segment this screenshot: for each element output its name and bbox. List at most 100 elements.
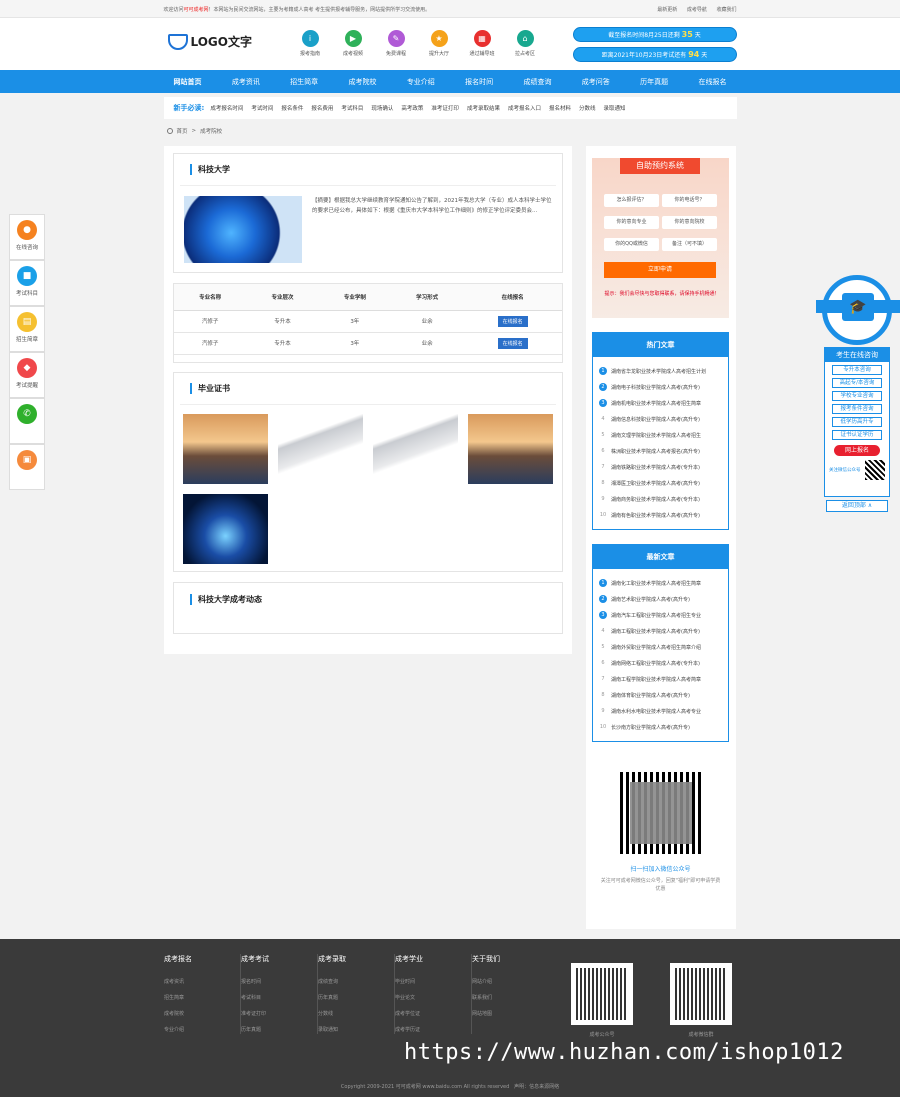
appointment-field[interactable]: 你的电话号？ xyxy=(662,194,717,207)
quick-link[interactable]: ★ 提升大厅 xyxy=(423,30,456,57)
quick-link[interactable]: ▶ 成考视频 xyxy=(337,30,370,57)
float-button[interactable]: ✆ xyxy=(9,398,45,444)
nav-item[interactable]: 网站首页 xyxy=(174,77,202,87)
consult-link[interactable]: 证书认证学历 xyxy=(832,430,882,440)
nav-item[interactable]: 成考资讯 xyxy=(232,77,260,87)
site-logo[interactable]: LOGO文字 xyxy=(167,33,252,50)
consult-link[interactable]: 学校专业咨询 xyxy=(832,391,882,401)
article-link[interactable]: 2 湖南电子科技职业学院成人高考(高升专) xyxy=(599,379,722,395)
appointment-field[interactable]: 备注（可不填） xyxy=(662,238,717,251)
nav-item[interactable]: 报名时间 xyxy=(465,77,493,87)
certificate-photo[interactable] xyxy=(373,414,458,484)
beginner-link[interactable]: 准考证打印 xyxy=(431,104,459,112)
float-button[interactable]: ◆ 考试提醒 xyxy=(9,352,45,398)
online-apply-button[interactable]: 在线报名 xyxy=(497,337,528,349)
consult-link[interactable]: 低学历高升专 xyxy=(832,417,882,427)
top-link-nav[interactable]: 成考导航 xyxy=(687,7,707,13)
article-link[interactable]: 6 湖南网络工程职业学院成人高考(专升本) xyxy=(599,655,722,671)
footer-link[interactable]: 成考院校 xyxy=(164,1010,236,1017)
article-link[interactable]: 1 湖南化工职业技术学院成人高考招生简章 xyxy=(599,575,722,591)
footer-link[interactable]: 联系我们 xyxy=(472,994,545,1001)
nav-item[interactable]: 招生简章 xyxy=(290,77,318,87)
article-link[interactable]: 5 湖南外贸职业学院成人高考招生简章介绍 xyxy=(599,639,722,655)
footer-link[interactable]: 招生简章 xyxy=(164,994,236,1001)
nav-item[interactable]: 成考院校 xyxy=(348,77,376,87)
article-link[interactable]: 8 湖南体育职业学院成人高考(高升专) xyxy=(599,687,722,703)
certificate-photo[interactable] xyxy=(278,414,363,484)
quick-link[interactable]: ✎ 免费课程 xyxy=(380,30,413,57)
beginner-link[interactable]: 分数线 xyxy=(579,104,596,112)
consult-link[interactable]: 专升本咨询 xyxy=(832,365,882,375)
footer-link[interactable]: 历年真题 xyxy=(241,1026,313,1033)
breadcrumb-current[interactable]: 成考院校 xyxy=(200,127,222,135)
beginner-link[interactable]: 成考录取结果 xyxy=(467,104,500,112)
footer-link[interactable]: 录取通知 xyxy=(318,1026,390,1033)
beginner-link[interactable]: 考试时间 xyxy=(251,104,273,112)
online-register-button[interactable]: 网上报名 xyxy=(834,445,880,456)
footer-link[interactable]: 毕业时间 xyxy=(395,978,467,985)
float-button[interactable]: ▣ xyxy=(9,444,45,490)
consult-link[interactable]: 高起专/本咨询 xyxy=(832,378,882,388)
certificate-photo[interactable] xyxy=(468,414,553,484)
beginner-link[interactable]: 报名材料 xyxy=(549,104,571,112)
nav-item[interactable]: 在线报名 xyxy=(698,77,726,87)
nav-item[interactable]: 历年真题 xyxy=(640,77,668,87)
article-link[interactable]: 9 湖南水利水电职业技术学院成人高考专业 xyxy=(599,703,722,719)
beginner-link[interactable]: 成考报名入口 xyxy=(508,104,541,112)
top-link-favorite[interactable]: 收藏我们 xyxy=(716,7,736,13)
float-button[interactable]: ▤ 招生简章 xyxy=(9,306,45,352)
breadcrumb-home[interactable]: 首页 xyxy=(177,127,188,135)
footer-link[interactable]: 分数线 xyxy=(318,1010,390,1017)
footer-link[interactable]: 成考资讯 xyxy=(164,978,236,985)
appointment-field[interactable]: 你的意向院校 xyxy=(662,216,717,229)
article-link[interactable]: 10 湖南有色职业技术学院成人高考(高升专) xyxy=(599,507,722,523)
footer-link[interactable]: 网站介绍 xyxy=(472,978,545,985)
quick-link[interactable]: i 报考指南 xyxy=(294,30,327,57)
beginner-link[interactable]: 报名费用 xyxy=(311,104,333,112)
footer-link[interactable]: 成考学位证 xyxy=(395,1010,467,1017)
consult-link[interactable]: 报考条件咨询 xyxy=(832,404,882,414)
article-link[interactable]: 4 湖南工程职业技术学院成人高考(高升专) xyxy=(599,623,722,639)
footer-link[interactable]: 考试科目 xyxy=(241,994,313,1001)
quick-link[interactable]: ⌂ 拉占考区 xyxy=(509,30,542,57)
top-link-latest[interactable]: 最新更新 xyxy=(657,7,677,13)
beginner-link[interactable]: 录取通知 xyxy=(604,104,626,112)
appointment-field[interactable]: 你的意向专业 xyxy=(604,216,659,229)
nav-item[interactable]: 成绩查询 xyxy=(523,77,551,87)
beginner-link[interactable]: 报名条件 xyxy=(281,104,303,112)
school-image[interactable] xyxy=(184,196,302,263)
footer-link[interactable]: 专业介绍 xyxy=(164,1026,236,1033)
footer-link[interactable]: 网站地图 xyxy=(472,1010,545,1017)
appointment-field[interactable]: 怎么报评估？ xyxy=(604,194,659,207)
beginner-link[interactable]: 现场确认 xyxy=(371,104,393,112)
article-link[interactable]: 3 湖南机电职业技术学院成人高考招生简章 xyxy=(599,395,722,411)
footer-link[interactable]: 毕业论文 xyxy=(395,994,467,1001)
article-link[interactable]: 4 湖南信息科技职业学院成人高考(高升专) xyxy=(599,411,722,427)
article-link[interactable]: 5 湖南文理学院职业技术学院成人高考招生 xyxy=(599,427,722,443)
footer-link[interactable]: 成绩查询 xyxy=(318,978,390,985)
article-link[interactable]: 7 湖南铁路职业技术学院成人高考(专升本) xyxy=(599,459,722,475)
certificate-photo[interactable] xyxy=(183,414,268,484)
article-link[interactable]: 1 湖南省华龙职业技术学院成人高考招生计划 xyxy=(599,363,722,379)
certificate-photo[interactable] xyxy=(183,494,268,564)
float-button[interactable]: ■ 考试科目 xyxy=(9,260,45,306)
beginner-link[interactable]: 高考政策 xyxy=(401,104,423,112)
article-link[interactable]: 9 湖南商务职业技术学院成人高考(专升本) xyxy=(599,491,722,507)
quick-link[interactable]: ▦ 通过辅导班 xyxy=(466,30,499,57)
footer-link[interactable]: 报名时间 xyxy=(241,978,313,985)
apply-button[interactable]: 立即申请 xyxy=(604,262,716,278)
article-link[interactable]: 6 株洲职业技术学院成人高考报名(高升专) xyxy=(599,443,722,459)
online-apply-button[interactable]: 在线报名 xyxy=(497,315,528,327)
article-link[interactable]: 10 长沙南方职业学院成人高考(高升专) xyxy=(599,719,722,735)
nav-item[interactable]: 成考问答 xyxy=(582,77,610,87)
article-link[interactable]: 8 湘潭医卫职业技术学院成人高考(高升专) xyxy=(599,475,722,491)
float-button[interactable]: ● 在线咨询 xyxy=(9,214,45,260)
footer-link[interactable]: 准考证打印 xyxy=(241,1010,313,1017)
appointment-field[interactable]: 你的QQ或微信 xyxy=(604,238,659,251)
footer-link[interactable]: 成考学历证 xyxy=(395,1026,467,1033)
beginner-link[interactable]: 成考报名时间 xyxy=(210,104,243,112)
beginner-link[interactable]: 考试科目 xyxy=(341,104,363,112)
article-link[interactable]: 3 湖南汽车工程职业学院成人高考招生专业 xyxy=(599,607,722,623)
footer-link[interactable]: 历年真题 xyxy=(318,994,390,1001)
article-link[interactable]: 2 湖南艺术职业学院成人高考(高升专) xyxy=(599,591,722,607)
